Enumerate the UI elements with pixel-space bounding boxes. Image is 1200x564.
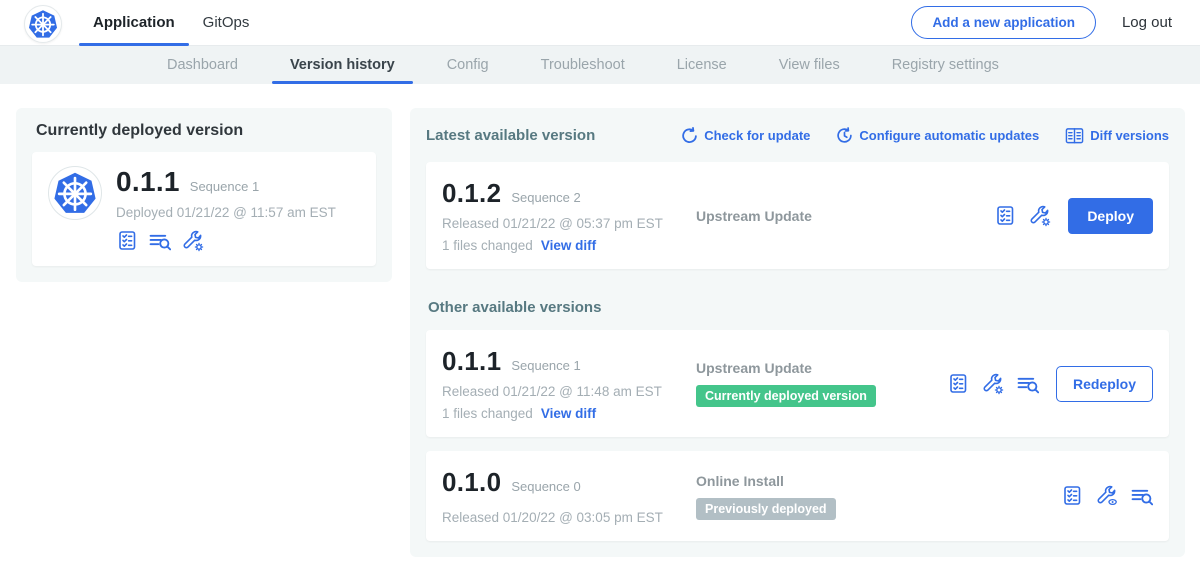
deployed-timestamp: Deployed 01/21/22 @ 11:57 am EST xyxy=(116,205,336,220)
currently-deployed-title: Currently deployed version xyxy=(16,108,392,152)
tab-application[interactable]: Application xyxy=(79,0,189,45)
release-notes-icon[interactable] xyxy=(116,230,138,252)
version-number: 0.1.0 xyxy=(442,467,501,498)
tab-license[interactable]: License xyxy=(651,46,753,84)
edit-config-icon[interactable] xyxy=(182,230,204,252)
version-history-panel: Latest available version Check for updat… xyxy=(410,108,1185,557)
configure-automatic-updates-link[interactable]: Configure automatic updates xyxy=(836,127,1039,144)
check-for-update-link[interactable]: Check for update xyxy=(681,127,810,144)
currently-deployed-panel: Currently deployed version 0.1.1 Sequenc… xyxy=(16,108,392,282)
app-kubernetes-icon xyxy=(48,166,102,220)
view-logs-icon[interactable] xyxy=(1131,485,1153,507)
tab-gitops-label: GitOps xyxy=(203,14,250,31)
tab-application-label: Application xyxy=(93,14,175,31)
logout-button[interactable]: Log out xyxy=(1122,14,1172,31)
released-timestamp: Released 01/21/22 @ 11:48 am EST xyxy=(442,384,696,399)
app-nav-tabs: Application GitOps xyxy=(79,0,263,45)
tab-version-history[interactable]: Version history xyxy=(264,46,421,84)
edit-config-icon[interactable] xyxy=(1029,205,1051,227)
tab-registry-settings[interactable]: Registry settings xyxy=(866,46,1025,84)
version-number: 0.1.1 xyxy=(442,346,501,377)
files-changed-label: 1 files changed xyxy=(442,238,533,253)
app-subnav: Dashboard Version history Config Trouble… xyxy=(0,46,1200,84)
kubernetes-logo-icon xyxy=(24,5,62,43)
tab-view-files[interactable]: View files xyxy=(753,46,866,84)
diff-versions-link[interactable]: Diff versions xyxy=(1065,126,1169,145)
version-card-0-1-0: 0.1.0 Sequence 0 Released 01/20/22 @ 03:… xyxy=(426,451,1169,541)
refresh-icon xyxy=(681,127,698,144)
top-navbar: Application GitOps Add a new application… xyxy=(0,0,1200,46)
edit-config-icon[interactable] xyxy=(982,373,1004,395)
tab-troubleshoot[interactable]: Troubleshoot xyxy=(515,46,651,84)
deployed-version-card: 0.1.1 Sequence 1 Deployed 01/21/22 @ 11:… xyxy=(32,152,376,266)
tab-dashboard[interactable]: Dashboard xyxy=(141,46,264,84)
sequence-label: Sequence 2 xyxy=(511,190,580,205)
sequence-label: Sequence 1 xyxy=(511,358,580,373)
tab-gitops[interactable]: GitOps xyxy=(189,0,264,45)
version-source-label: Upstream Update xyxy=(696,208,994,224)
other-versions-title: Other available versions xyxy=(428,299,1169,316)
released-timestamp: Released 01/20/22 @ 03:05 pm EST xyxy=(442,510,696,525)
released-timestamp: Released 01/21/22 @ 05:37 pm EST xyxy=(442,216,696,231)
version-card-0-1-1: 0.1.1 Sequence 1 Released 01/21/22 @ 11:… xyxy=(426,330,1169,437)
add-application-button[interactable]: Add a new application xyxy=(911,6,1096,39)
deployed-version-number: 0.1.1 xyxy=(116,166,180,198)
version-number: 0.1.2 xyxy=(442,178,501,209)
tab-config[interactable]: Config xyxy=(421,46,515,84)
deployed-sequence-label: Sequence 1 xyxy=(190,179,259,194)
schedule-clock-icon xyxy=(836,127,853,144)
sequence-label: Sequence 0 xyxy=(511,479,580,494)
deploy-button[interactable]: Deploy xyxy=(1068,198,1153,234)
previously-deployed-badge: Previously deployed xyxy=(696,498,836,520)
version-source-label: Online Install xyxy=(696,473,1061,489)
view-logs-icon[interactable] xyxy=(149,230,171,252)
currently-deployed-badge: Currently deployed version xyxy=(696,385,876,407)
latest-available-title: Latest available version xyxy=(426,127,595,144)
version-source-label: Upstream Update xyxy=(696,360,947,376)
view-diff-link[interactable]: View diff xyxy=(541,238,596,253)
view-diff-link[interactable]: View diff xyxy=(541,406,596,421)
page: Application GitOps Add a new application… xyxy=(0,0,1200,564)
redeploy-button[interactable]: Redeploy xyxy=(1056,366,1153,402)
release-notes-icon[interactable] xyxy=(1061,485,1083,507)
release-notes-icon[interactable] xyxy=(994,205,1016,227)
files-changed-label: 1 files changed xyxy=(442,406,533,421)
release-notes-icon[interactable] xyxy=(947,373,969,395)
diff-icon xyxy=(1065,126,1084,145)
version-card-0-1-2: 0.1.2 Sequence 2 Released 01/21/22 @ 05:… xyxy=(426,162,1169,269)
view-config-icon[interactable] xyxy=(1096,485,1118,507)
view-logs-icon[interactable] xyxy=(1017,373,1039,395)
